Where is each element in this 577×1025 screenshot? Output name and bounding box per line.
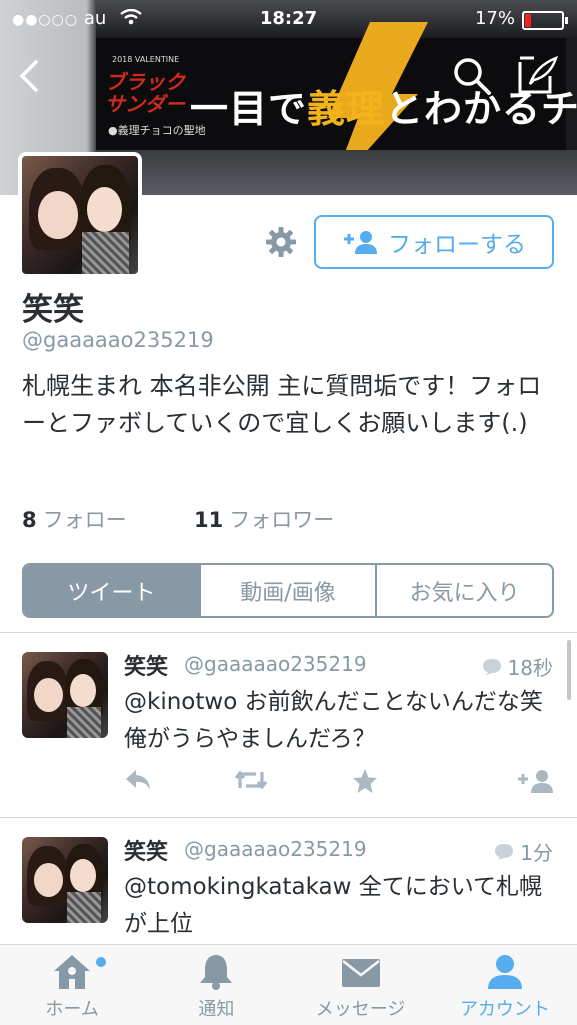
banner-small-text: 2018 VALENTINE [112,55,180,64]
bell-icon [200,955,233,990]
speech-bubble-icon [482,658,501,675]
profile-handle: @gaaaaao235219 [22,328,214,352]
tab-account[interactable]: アカウント [433,945,577,1025]
segment-media[interactable]: 動画/画像 [198,565,376,616]
compose-icon[interactable] [516,54,560,96]
home-notification-dot [96,957,106,967]
back-icon[interactable] [14,58,44,94]
follow-button-label: フォローする [388,232,526,258]
tweet-actions [124,768,556,798]
followers-link[interactable]: 11 フォロワー [194,508,334,532]
tweet-time: 18秒 [482,652,553,681]
tab-notifications-label: 通知 [198,999,235,1020]
tweet-author-handle: @gaaaaao235219 [184,837,367,861]
battery-icon [522,11,568,30]
battery-percent: 17% [474,8,515,29]
following-label: フォロー [42,508,127,532]
profile-avatar[interactable] [18,152,142,278]
envelope-icon [341,959,380,987]
follow-user-icon[interactable] [516,768,556,800]
tab-home-label: ホーム [45,999,99,1020]
profile-bio: 札幌生まれ 本名非公開 主に質問垢です！フォローとファボしていくので宜しくお願い… [22,372,542,437]
tab-notifications[interactable]: 通知 [144,945,288,1025]
speech-bubble-icon [495,843,514,860]
followers-count: 11 [194,508,224,532]
profile-segmented-control: ツイート 動画/画像 お気に入り [22,563,554,618]
tweet-avatar[interactable] [22,837,108,923]
battery-fill [525,14,532,27]
home-icon [54,955,91,989]
tweet-time: 1分 [494,837,553,866]
banner-logo-line2: サンダー [105,92,185,116]
avatar-photo [22,156,138,274]
segment-tweets[interactable]: ツイート [24,565,199,616]
tweet-avatar[interactable] [22,652,108,738]
segment-favorites[interactable]: お気に入り [375,565,552,616]
reply-icon[interactable] [124,768,152,798]
tweet-author-name: 笑笑 [124,655,169,680]
banner-floor [96,150,577,195]
following-count: 8 [22,508,37,532]
following-link[interactable]: 8 フォロー [22,508,127,532]
followers-label: フォロワー [229,508,335,532]
follow-button[interactable]: フォローする [314,215,554,269]
tab-messages-label: メッセージ [315,999,406,1020]
tab-home[interactable]: ホーム [0,945,144,1025]
headline-gold: 義理 [307,87,386,131]
tweet-text: @tomokingkatakaw 全てにおいて札幌が上位 [124,874,543,937]
tweet-text: @kinotwo お前飲んだことないんだな笑 俺がうらやましんだろ？ [124,689,566,752]
person-icon [487,955,522,989]
tweet-time-text: 1分 [520,841,553,865]
favorite-icon[interactable] [352,768,378,800]
scrollbar[interactable] [567,640,571,700]
tab-bar: ホーム 通知 メッセージ アカウント [0,944,577,1025]
follow-counts: 8 フォロー 11 フォロワー [22,504,334,534]
tweet-author-name: 笑笑 [124,840,169,865]
tweet-time-text: 18秒 [507,656,553,680]
tweet-item[interactable]: 笑笑 @gaaaaao235219 18秒 @kinotwo お前飲んだことない… [0,632,577,817]
display-name: 笑笑 [22,292,84,328]
tweet-author-handle: @gaaaaao235219 [184,652,367,676]
tab-account-label: アカウント [459,999,550,1020]
gear-icon[interactable] [265,226,297,258]
headline-pre: 一目で [190,87,308,131]
status-bar: ●●○○○ au 18:27 17% [0,0,577,36]
retweet-icon[interactable] [234,768,268,798]
add-user-icon [344,231,377,254]
tab-messages[interactable]: メッセージ [289,945,433,1025]
search-icon[interactable] [452,56,492,96]
